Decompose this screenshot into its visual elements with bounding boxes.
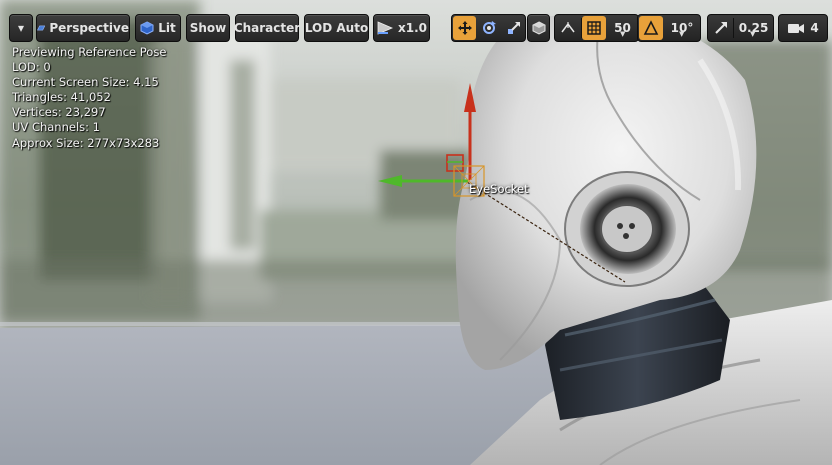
grid-snap-group: 50 ▼ <box>554 14 639 42</box>
transform-tools-group <box>451 14 526 42</box>
stats-triangles: Triangles: 41,052 <box>12 90 111 105</box>
view-mode-label: Perspective <box>49 21 129 35</box>
viewport[interactable]: ▾ Perspective Lit Show Character LOD Aut… <box>0 0 832 465</box>
surface-snap-icon <box>561 22 575 33</box>
lod-label: LOD Auto <box>304 21 369 35</box>
grid-snap-value-dropdown[interactable]: 50 ▼ <box>607 16 638 40</box>
rotation-snap-value-dropdown[interactable]: 10° ▼ <box>664 16 700 40</box>
viewport-options-button[interactable]: ▾ <box>9 14 33 42</box>
lighting-label: Lit <box>158 21 176 35</box>
stats-lod: LOD: 0 <box>12 60 51 75</box>
show-flags-button[interactable]: Show <box>186 14 230 42</box>
translate-tool-button[interactable] <box>453 16 476 40</box>
angle-icon <box>643 20 659 35</box>
cube-icon <box>532 21 545 35</box>
scale-snap-group: 0.25 ▼ <box>707 14 774 42</box>
play-speed-icon <box>377 21 394 35</box>
lighting-mode-button[interactable]: Lit <box>135 14 181 42</box>
scale-snap-value-dropdown[interactable]: 0.25 ▼ <box>734 16 773 40</box>
surface-snap-button[interactable] <box>556 16 580 40</box>
stats-uv-channels: UV Channels: 1 <box>12 120 100 135</box>
show-label: Show <box>189 21 227 35</box>
playback-speed-label: x1.0 <box>398 21 427 35</box>
socket-name-label: EyeSocket <box>469 182 529 196</box>
rotation-snap-toggle[interactable] <box>639 16 663 40</box>
camera-speed-group: 4 <box>778 14 828 42</box>
grid-snap-toggle[interactable] <box>582 16 606 40</box>
stats-screen-size: Current Screen Size: 4.15 <box>12 75 159 90</box>
stats-pose-status: Previewing Reference Pose <box>12 45 167 59</box>
move-arrows-icon <box>457 21 472 35</box>
stats-approx-size: Approx Size: 277x73x283 <box>12 135 160 150</box>
scale-tool-button[interactable] <box>502 16 525 40</box>
rotation-snap-group: 10° ▼ <box>637 14 701 42</box>
scale-snap-toggle[interactable] <box>709 16 732 40</box>
chevron-down-icon: ▼ <box>750 30 756 38</box>
character-menu-button[interactable]: Character <box>233 14 301 42</box>
rotate-icon <box>483 21 496 34</box>
chevron-down-icon: ▼ <box>679 30 685 38</box>
chevron-down-icon: ▼ <box>620 30 626 38</box>
scale-arrow-icon <box>714 22 727 34</box>
character-label: Character <box>233 21 301 35</box>
view-mode-button[interactable]: Perspective <box>36 14 130 42</box>
perspective-icon <box>37 25 46 31</box>
camera-speed-value: 4 <box>810 21 819 35</box>
lod-menu-button[interactable]: LOD Auto <box>304 14 369 42</box>
camera-icon <box>788 24 805 33</box>
chevron-down-icon: ▾ <box>17 21 25 35</box>
playback-speed-button[interactable]: x1.0 <box>373 14 430 42</box>
rotate-tool-button[interactable] <box>477 16 501 40</box>
world-local-toggle-button[interactable] <box>527 14 550 42</box>
camera-speed-button[interactable]: 4 <box>780 16 826 40</box>
stats-vertices: Vertices: 23,297 <box>12 105 106 120</box>
scale-icon <box>507 22 520 34</box>
grid-icon <box>587 21 601 35</box>
lit-sphere-icon <box>140 21 154 35</box>
viewport-stats-overlay: Previewing Reference Pose LOD: 0 Current… <box>12 45 166 151</box>
